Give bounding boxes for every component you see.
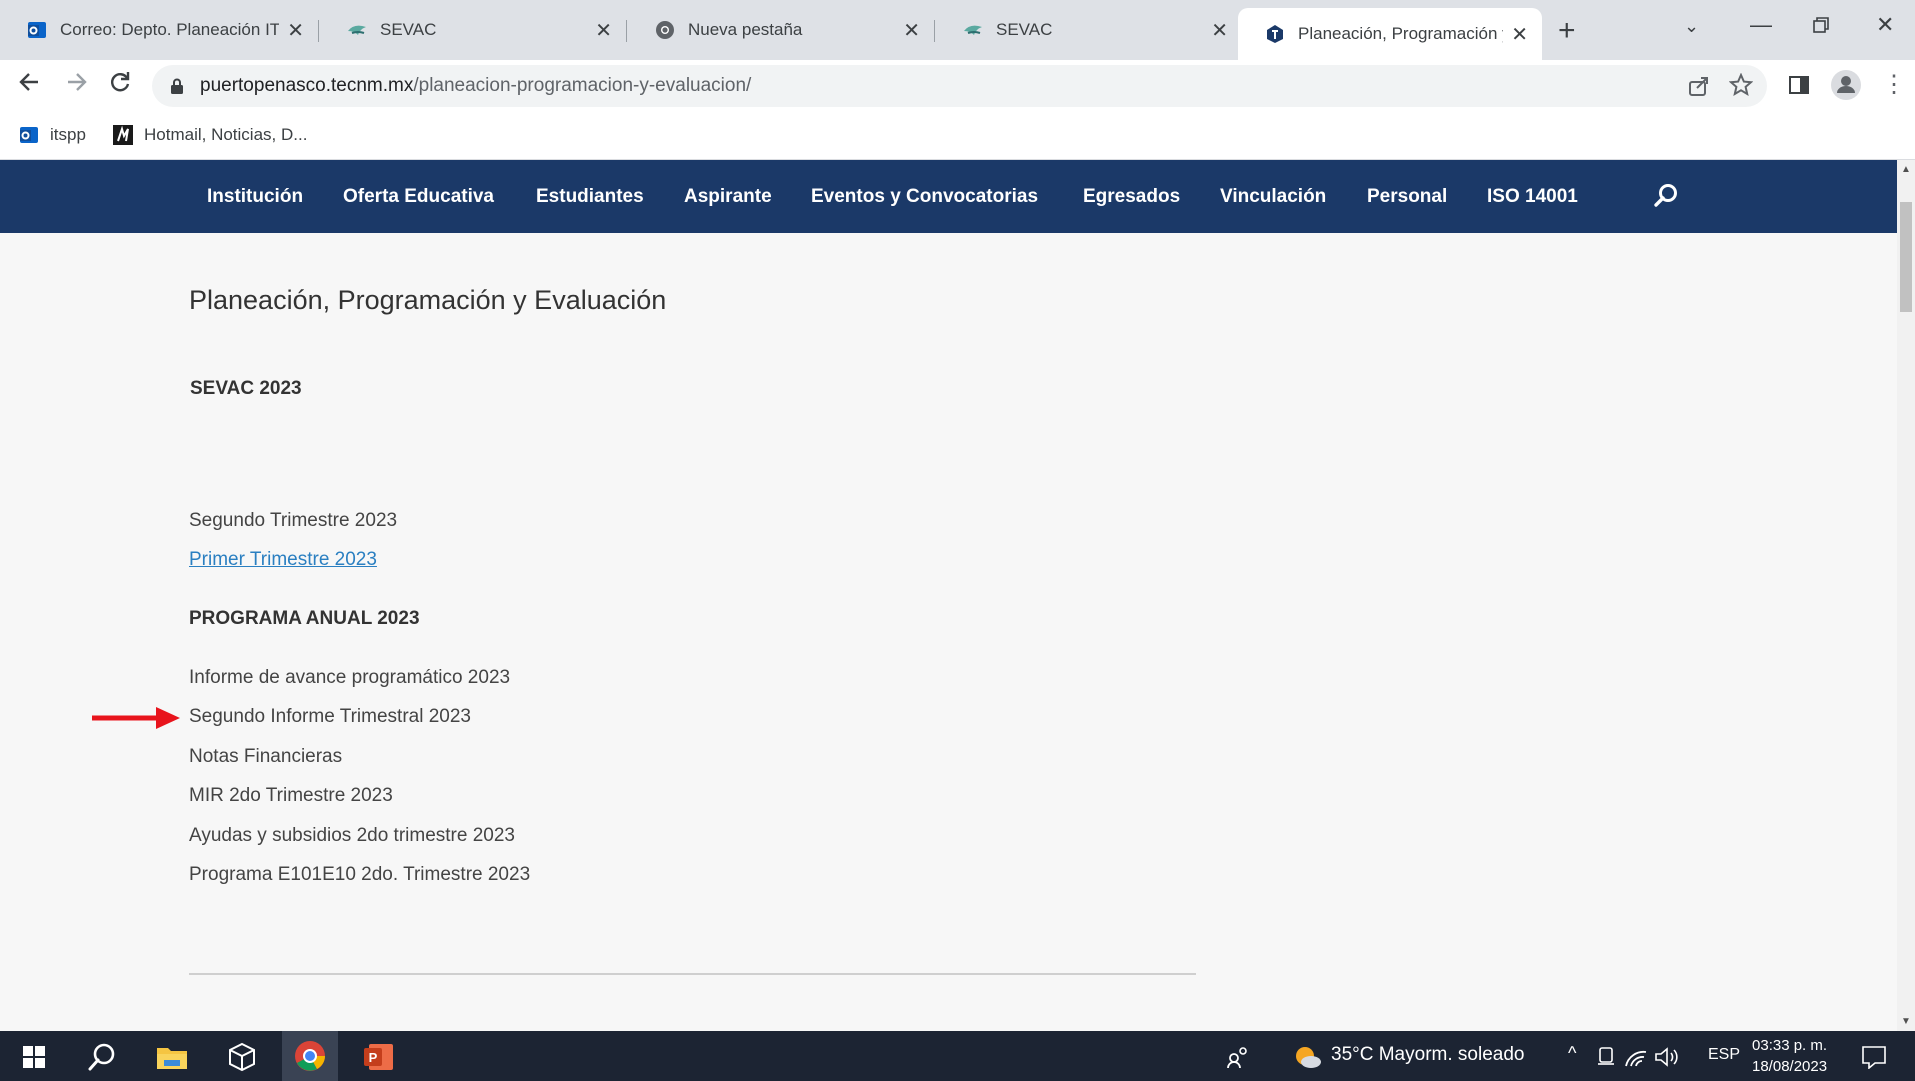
minimize-button[interactable]: — bbox=[1750, 12, 1772, 38]
tab-title: SEVAC bbox=[996, 20, 1053, 39]
divider bbox=[189, 973, 1196, 975]
weather-partly-sunny-icon[interactable] bbox=[1287, 1041, 1327, 1073]
nav-item-vinculacion[interactable]: Vinculación bbox=[1220, 186, 1326, 208]
lock-icon[interactable] bbox=[170, 78, 184, 94]
nav-item-personal[interactable]: Personal bbox=[1367, 186, 1447, 208]
bookmark-star-icon[interactable] bbox=[1728, 72, 1754, 102]
scroll-down-arrow-icon[interactable]: ▼ bbox=[1901, 1016, 1911, 1027]
tab-title: Planeación, Programación y Eva bbox=[1298, 24, 1503, 43]
chrome-icon bbox=[654, 19, 676, 41]
list-item-mir: MIR 2do Trimestre 2023 bbox=[189, 785, 393, 806]
address-bar[interactable]: puertopenasco.tecnm.mx/planeacion-progra… bbox=[152, 65, 1767, 107]
system-clock[interactable]: 03:33 p. m. 18/08/2023 bbox=[1752, 1035, 1827, 1077]
tab-separator bbox=[626, 20, 627, 42]
tab-outlook[interactable]: Correo: Depto. Planeación ITSPP ✕ bbox=[0, 10, 318, 50]
tab-title: Correo: Depto. Planeación ITSPP bbox=[60, 20, 280, 39]
close-icon[interactable]: ✕ bbox=[903, 18, 920, 43]
wifi-icon[interactable] bbox=[1622, 1041, 1650, 1073]
restore-button[interactable] bbox=[1812, 14, 1830, 40]
tab-sevac-1[interactable]: SEVAC ✕ bbox=[320, 10, 626, 50]
list-item-notas-financieras: Notas Financieras bbox=[189, 746, 343, 767]
close-window-button[interactable]: ✕ bbox=[1876, 12, 1894, 38]
site-navigation: Institución Oferta Educativa Estudiantes… bbox=[0, 160, 1897, 233]
list-item-segundo-informe: Segundo Informe Trimestral 2023 bbox=[189, 706, 471, 727]
chrome-taskbar-icon[interactable] bbox=[282, 1031, 338, 1081]
powerpoint-icon[interactable]: P bbox=[359, 1041, 399, 1073]
close-icon[interactable]: ✕ bbox=[1211, 18, 1228, 43]
profile-avatar-icon[interactable] bbox=[1830, 69, 1862, 108]
bookmark-hotmail[interactable]: Hotmail, Noticias, D... bbox=[112, 124, 307, 146]
notifications-icon[interactable] bbox=[1856, 1041, 1892, 1073]
nav-item-oferta-educativa[interactable]: Oferta Educativa bbox=[343, 186, 494, 208]
forward-button[interactable] bbox=[62, 68, 90, 103]
browser-toolbar: puertopenasco.tecnm.mx/planeacion-progra… bbox=[0, 60, 1915, 112]
nav-item-aspirante[interactable]: Aspirante bbox=[684, 186, 772, 208]
nav-item-egresados[interactable]: Egresados bbox=[1083, 186, 1180, 208]
tecnm-icon bbox=[1264, 23, 1286, 45]
list-item-informe-avance: Informe de avance programático 2023 bbox=[189, 667, 511, 688]
outlook-icon bbox=[26, 19, 48, 41]
tab-strip: Correo: Depto. Planeación ITSPP ✕ SEVAC … bbox=[0, 0, 1915, 60]
file-explorer-icon[interactable] bbox=[152, 1041, 192, 1073]
chevron-up-icon[interactable]: ^ bbox=[1568, 1043, 1576, 1064]
scroll-up-arrow-icon[interactable]: ▲ bbox=[1901, 164, 1911, 175]
page-scrollbar[interactable]: ▲ ▼ bbox=[1897, 160, 1915, 1031]
new-tab-button[interactable]: + bbox=[1558, 14, 1576, 48]
sevac-icon bbox=[962, 19, 984, 41]
tab-separator bbox=[318, 20, 319, 42]
nav-item-eventos[interactable]: Eventos y Convocatorias bbox=[811, 186, 1038, 208]
url-path: /planeacion-programacion-y-evaluacion/ bbox=[413, 75, 752, 96]
tab-search-chevron-icon[interactable]: ⌄ bbox=[1684, 16, 1699, 37]
nav-item-iso-14001[interactable]: ISO 14001 bbox=[1487, 186, 1578, 208]
side-panel-icon[interactable] bbox=[1787, 73, 1811, 104]
bookmarks-bar: itspp Hotmail, Noticias, D... bbox=[0, 112, 1915, 160]
back-button[interactable] bbox=[16, 68, 44, 103]
list-item-ayudas-subsidios: Ayudas y subsidios 2do trimestre 2023 bbox=[189, 825, 515, 846]
section-heading-programa-anual: PROGRAMA ANUAL 2023 bbox=[189, 608, 420, 629]
tab-planeacion[interactable]: Planeación, Programación y Eva ✕ bbox=[1238, 8, 1542, 60]
bookmark-label: Hotmail, Noticias, D... bbox=[144, 125, 308, 144]
share-icon[interactable] bbox=[1687, 74, 1711, 103]
bookmark-itspp[interactable]: itspp bbox=[18, 124, 86, 146]
sevac-icon bbox=[346, 19, 368, 41]
reload-button[interactable] bbox=[106, 68, 134, 103]
page-content: Planeación, Programación y Evaluación SE… bbox=[0, 233, 1897, 1031]
clock-date: 18/08/2023 bbox=[1752, 1058, 1828, 1075]
msn-icon bbox=[112, 124, 134, 146]
search-icon[interactable] bbox=[1652, 182, 1680, 215]
close-icon[interactable]: ✕ bbox=[1511, 22, 1528, 47]
windows-start-icon[interactable] bbox=[14, 1041, 54, 1073]
language-indicator[interactable]: ESP bbox=[1708, 1046, 1740, 1064]
weather-text[interactable]: 35°C Mayorm. soleado bbox=[1331, 1044, 1524, 1066]
people-icon[interactable] bbox=[1218, 1041, 1258, 1073]
nav-item-institucion[interactable]: Institución bbox=[207, 186, 303, 208]
close-icon[interactable]: ✕ bbox=[595, 18, 612, 43]
cube-app-icon[interactable] bbox=[222, 1041, 262, 1073]
bookmark-label: itspp bbox=[50, 125, 86, 144]
url-text: puertopenasco.tecnm.mx/planeacion-progra… bbox=[200, 75, 751, 97]
url-host: puertopenasco.tecnm.mx bbox=[200, 75, 414, 96]
windows-taskbar: P 35°C Mayorm. soleado ^ ESP 03:33 p. m.… bbox=[0, 1031, 1915, 1081]
search-icon[interactable] bbox=[82, 1041, 122, 1073]
tab-separator bbox=[934, 20, 935, 42]
page-title: Planeación, Programación y Evaluación bbox=[189, 285, 667, 315]
tab-sevac-2[interactable]: SEVAC ✕ bbox=[936, 10, 1242, 50]
volume-icon[interactable] bbox=[1652, 1041, 1680, 1073]
close-icon[interactable]: ✕ bbox=[287, 18, 304, 43]
outlook-icon bbox=[18, 124, 40, 146]
meet-now-icon[interactable] bbox=[1594, 1041, 1618, 1073]
nav-item-estudiantes[interactable]: Estudiantes bbox=[536, 186, 644, 208]
tab-new-tab[interactable]: Nueva pestaña ✕ bbox=[628, 10, 934, 50]
svg-text:P: P bbox=[369, 1050, 378, 1065]
scrollbar-thumb[interactable] bbox=[1900, 202, 1912, 312]
tab-title: SEVAC bbox=[380, 20, 437, 39]
section-heading-sevac: SEVAC 2023 bbox=[190, 378, 302, 399]
clock-time: 03:33 p. m. bbox=[1752, 1037, 1828, 1054]
link-primer-trimestre[interactable]: Primer Trimestre 2023 bbox=[189, 549, 377, 571]
tab-title: Nueva pestaña bbox=[688, 20, 803, 39]
red-arrow-annotation bbox=[92, 707, 180, 729]
list-item-programa-e101e10: Programa E101E10 2do. Trimestre 2023 bbox=[189, 864, 531, 885]
kebab-menu-icon[interactable]: ⋮ bbox=[1882, 70, 1906, 99]
list-item-segundo-trimestre: Segundo Trimestre 2023 bbox=[189, 510, 398, 531]
